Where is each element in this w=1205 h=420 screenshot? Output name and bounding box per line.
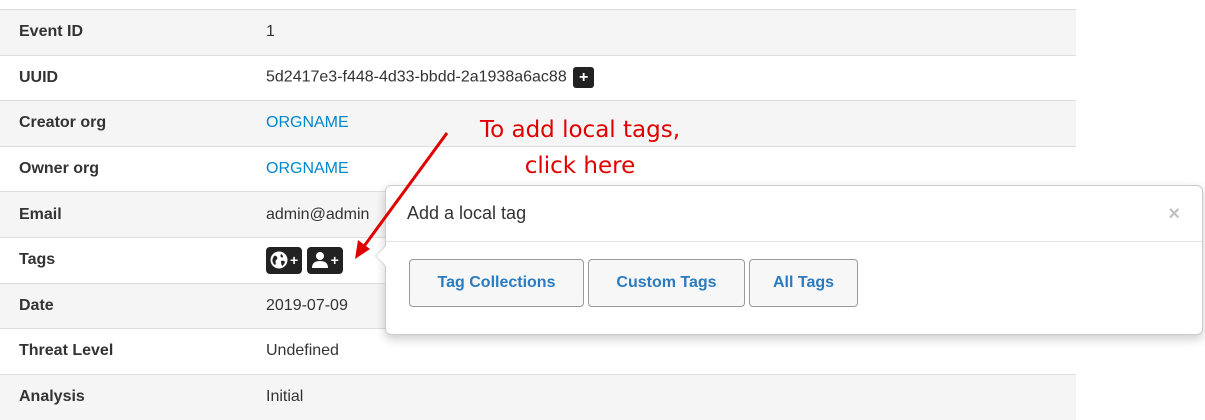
row-value-cell: 5d2417e3-f448-4d33-bbdd-2a1938a6ac88 + bbox=[252, 55, 1076, 101]
popover-header: Add a local tag × bbox=[386, 186, 1202, 242]
annotation-line: To add local tags, bbox=[479, 117, 681, 143]
popover-body: Tag Collections Custom Tags All Tags bbox=[386, 242, 1202, 307]
row-analysis: Analysis Initial bbox=[0, 374, 1076, 420]
uuid-value: 5d2417e3-f448-4d33-bbdd-2a1938a6ac88 bbox=[266, 69, 567, 87]
annotation-line: click here bbox=[524, 153, 636, 179]
row-key: Email bbox=[19, 205, 62, 223]
owner-org-link[interactable]: ORGNAME bbox=[266, 160, 349, 177]
uuid-copy-button[interactable]: + bbox=[573, 67, 595, 89]
row-key: Owner org bbox=[19, 160, 100, 178]
row-threat-level: Threat Level Undefined bbox=[0, 328, 1076, 375]
add-global-tag-button[interactable]: + bbox=[266, 246, 303, 274]
globe-icon bbox=[270, 251, 288, 269]
creator-org-link[interactable]: ORGNAME bbox=[266, 114, 349, 131]
row-value: 1 bbox=[266, 23, 275, 41]
tag-plus: + bbox=[330, 252, 339, 269]
custom-tags-button[interactable]: Custom Tags bbox=[588, 259, 745, 307]
tag-collections-button[interactable]: Tag Collections bbox=[409, 259, 584, 307]
row-event-id: Event ID 1 bbox=[0, 9, 1076, 56]
row-key: UUID bbox=[19, 68, 59, 86]
row-key: Creator org bbox=[19, 114, 107, 132]
row-key: Tags bbox=[19, 251, 56, 269]
row-value: Undefined bbox=[266, 342, 339, 360]
row-key: Event ID bbox=[19, 23, 84, 41]
row-key: Threat Level bbox=[19, 342, 114, 360]
row-key: Date bbox=[19, 296, 54, 314]
row-value: Initial bbox=[266, 388, 304, 406]
annotation-text: To add local tags, click here bbox=[460, 112, 700, 184]
row-uuid: UUID 5d2417e3-f448-4d33-bbdd-2a1938a6ac8… bbox=[0, 55, 1076, 101]
row-key: Analysis bbox=[19, 388, 85, 406]
popover-arrow-fill bbox=[376, 246, 386, 266]
tag-plus: + bbox=[290, 252, 299, 269]
close-icon[interactable]: × bbox=[1168, 204, 1180, 224]
user-icon bbox=[311, 252, 328, 269]
add-local-tag-button[interactable]: + bbox=[306, 246, 343, 274]
all-tags-button[interactable]: All Tags bbox=[749, 259, 858, 307]
popover-title: Add a local tag bbox=[407, 203, 527, 223]
local-tag-popover: Add a local tag × Tag Collections Custom… bbox=[375, 185, 1203, 335]
